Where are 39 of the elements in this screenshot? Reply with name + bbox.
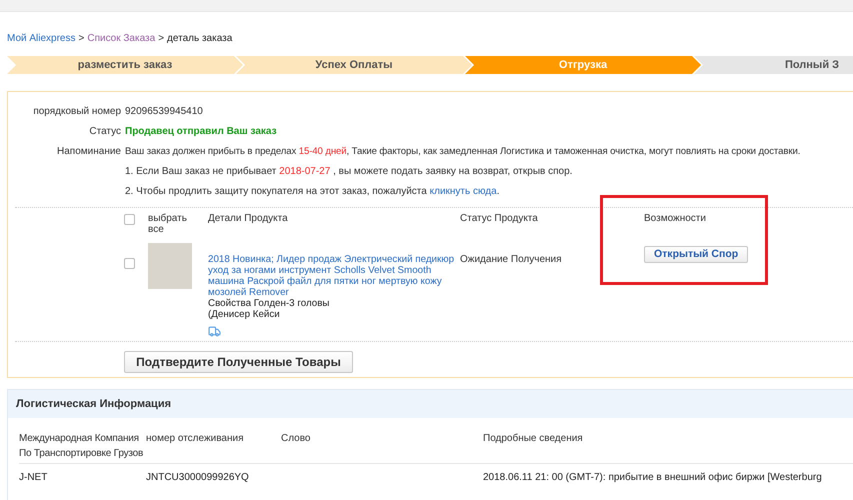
reminder-note: 1. Если Ваш заказ не прибывает 2018-07-27 , вы можете подать заявку на возврат, открыв спор. bbox=[125, 166, 574, 178]
select-all-label: выбрать все bbox=[148, 213, 188, 235]
product-properties: Свойства Голден-3 головы (Денисер Кейси bbox=[208, 298, 330, 320]
progress-step: Полный З bbox=[694, 56, 853, 74]
progress-step: Успех Оплаты bbox=[236, 56, 472, 74]
breadcrumb-link[interactable]: Список Заказа bbox=[87, 31, 156, 46]
field-label: Статус bbox=[88, 126, 121, 138]
product-link[interactable]: 2018 Новинка; Лидер продаж Электрический педикюр уход за ногами инструмент Scholls Velvet Smooth машина Раскрой файл для пятки ног мертвую кожу мозолей Remover bbox=[208, 254, 458, 298]
product-status: Ожидание Получения bbox=[460, 254, 562, 265]
panel-header: Логистическая Информация bbox=[8, 390, 853, 418]
field-label: Напоминание bbox=[56, 146, 121, 158]
table-cell-text: 2018.06.11 21: 00 (GMT-7): прибытие в внешний офис биржи [Westerburg bbox=[483, 471, 823, 485]
punctuation: . bbox=[496, 186, 500, 197]
field-label: порядковый номер bbox=[32, 106, 121, 118]
column-header: Международная Компания По Транспортировке Грузов bbox=[19, 431, 146, 464]
column-header: Подробные сведения bbox=[483, 431, 853, 464]
confirm-received-button[interactable]: Подтвердите Полученные Товары bbox=[124, 351, 353, 373]
table-cell-text: J-NET bbox=[19, 471, 48, 485]
open-dispute-button[interactable]: Открытый Спор bbox=[644, 246, 748, 263]
reminder-note: 2. Чтобы продлить защиту покупателя на этот заказ, пожалуйста bbox=[125, 186, 428, 197]
breadcrumb-separator: > bbox=[78, 32, 84, 46]
checkbox[interactable] bbox=[124, 214, 135, 225]
column-header: номер отслеживания bbox=[146, 431, 281, 464]
table-cell-text: JNTCU3000099926YQ bbox=[146, 471, 250, 485]
order-status: Продавец отправил Ваш заказ bbox=[125, 126, 278, 138]
truck-icon bbox=[208, 325, 221, 338]
column-header: Слово bbox=[281, 431, 483, 464]
photo-placeholder bbox=[148, 243, 192, 289]
column-header: Возможности bbox=[643, 213, 707, 226]
column-header: Детали Продукта bbox=[208, 213, 289, 226]
order-number: 92096539945410 bbox=[125, 106, 204, 118]
column-header: Статус Продукта bbox=[460, 213, 539, 226]
reminder-text: Ваш заказ должен прибыть в пределах 15-40 дней, Такие факторы, как замедленная Логистика и таможенная очистка, могут повлиять на сроки доставки. bbox=[125, 146, 802, 158]
breadcrumb-separator: > bbox=[158, 32, 164, 46]
progress-step: разместить заказ bbox=[7, 56, 243, 74]
breadcrumb-link[interactable]: Мой Aliexpress bbox=[7, 31, 76, 46]
checkbox[interactable] bbox=[124, 258, 135, 269]
progress-step: Отгрузка bbox=[465, 56, 701, 74]
protection-link[interactable]: кликнуть сюда bbox=[430, 186, 497, 197]
